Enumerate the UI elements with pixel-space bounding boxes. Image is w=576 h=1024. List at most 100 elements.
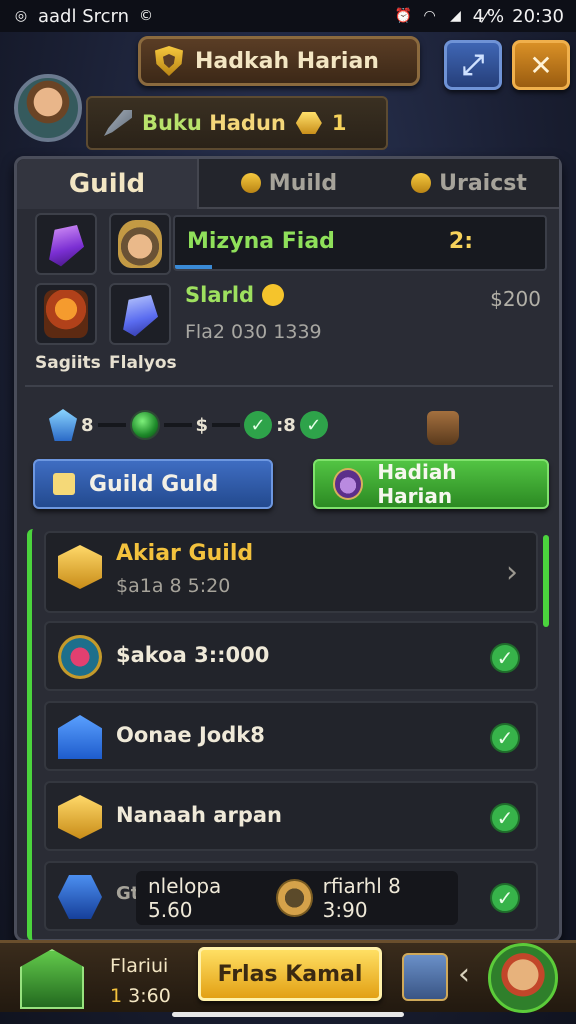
tab-muild-label: Muild: [268, 170, 338, 196]
clock: 20:30: [512, 5, 564, 27]
battery-text: 4⁄%: [472, 5, 505, 27]
bottom-info: Flariui 1 3:60: [110, 955, 171, 1007]
profile-name-part2: Hadun: [209, 111, 286, 135]
check-icon[interactable]: ✓: [490, 643, 520, 673]
tab-guild[interactable]: Guild: [17, 159, 199, 209]
reward-info: Slarld Fla2 030 1339: [185, 283, 322, 343]
progress-val-3: :8: [276, 414, 296, 436]
list-item-featured[interactable]: Akiar Guild $a1a 8 5:20 ›: [44, 531, 538, 613]
chest-icon: [58, 795, 102, 839]
bottom-sub-time: 3:60: [128, 985, 171, 1007]
mission-progress-fill: [175, 265, 212, 269]
bottom-sub: 1 3:60: [110, 985, 171, 1007]
check-icon[interactable]: ✓: [490, 883, 520, 913]
chest-icon: [58, 545, 102, 589]
status-left: ◎ aadl Srcrn ©: [12, 6, 155, 27]
title-banner: Hadkah Harian: [138, 36, 420, 86]
progress-val-2: $: [195, 414, 209, 436]
bottom-sub-num: 1: [110, 985, 123, 1007]
card-label-right: Flalyos: [109, 353, 177, 373]
gold-icon: [295, 112, 322, 134]
banner-left-text: nlelopa 5.60: [148, 874, 222, 922]
daily-reward-button-label: Hadiah Harian: [377, 460, 457, 508]
reward-list[interactable]: Akiar Guild $a1a 8 5:20 › $akoa 3::000 ✓…: [27, 529, 549, 941]
guild-button[interactable]: Guild Guld: [33, 459, 273, 509]
item-card-warrior[interactable]: [35, 283, 97, 345]
shield-icon: [155, 46, 183, 76]
notification-icon: ◎: [14, 8, 28, 24]
tab-uraicst[interactable]: Uraicst: [379, 159, 559, 209]
profile-name-part1: Buku: [142, 111, 202, 135]
profile-bar: Buku Hadun 1: [86, 96, 388, 150]
progress-row: 8 $ ✓ :8 ✓: [49, 409, 328, 441]
sword-icon: [104, 110, 132, 136]
profile-name: Buku Hadun: [142, 111, 286, 135]
hero-portrait-icon: [118, 220, 162, 268]
list-item[interactable]: Nanaah arpan ✓: [44, 781, 538, 851]
status-app-name: aadl Srcrn: [38, 5, 130, 27]
check-icon[interactable]: ✓: [490, 723, 520, 753]
divider: [25, 385, 553, 387]
character-avatar[interactable]: [488, 943, 558, 1013]
link-icon: ⤢: [461, 48, 485, 81]
item-card-purple-gem[interactable]: [35, 213, 97, 275]
green-orb-icon: [129, 410, 160, 440]
list-item[interactable]: $akoa 3::000 ✓: [44, 621, 538, 691]
tab-guild-label: Guild: [68, 169, 146, 199]
list-scrollbar[interactable]: [543, 535, 549, 627]
alarm-icon: ⏰: [394, 8, 413, 24]
item-card-blue-gem[interactable]: [109, 283, 171, 345]
home-icon[interactable]: [20, 949, 84, 1009]
check-icon: ✓: [244, 411, 273, 439]
check-icon[interactable]: ✓: [490, 803, 520, 833]
item-card-hero[interactable]: [109, 213, 171, 275]
warrior-portrait-icon: [44, 290, 88, 338]
main-action-button[interactable]: Frlas Kamal: [198, 947, 382, 1001]
status-right: ⏰ ◠ ◢ 4⁄% 20:30: [395, 6, 564, 27]
copyright-icon: ©: [139, 8, 154, 24]
banner-right-text: rfiarhl 8 3:90: [322, 874, 401, 922]
progress-separator: [163, 423, 192, 427]
purple-gem-icon: [40, 216, 91, 271]
tab-muild[interactable]: Muild: [199, 159, 379, 209]
chevron-left-icon[interactable]: ‹: [458, 957, 470, 992]
bottom-label: Flariui: [110, 955, 169, 977]
bag-icon[interactable]: [427, 411, 459, 445]
list-item-sub: $a1a 8 5:20: [116, 575, 231, 597]
guild-panel: Guild Muild Uraicst Mizyna Fiad 2: Slarl…: [14, 156, 562, 942]
chevron-right-icon[interactable]: ›: [506, 555, 518, 590]
list-item-title: $akoa 3::000: [116, 643, 270, 667]
close-icon: ✕: [529, 48, 553, 82]
gold-count: 1: [331, 111, 347, 135]
house-icon: [58, 715, 102, 759]
status-bar: ◎ aadl Srcrn © ⏰ ◠ ◢ 4⁄% 20:30: [0, 0, 576, 32]
list-item-title: Akiar Guild: [116, 541, 254, 566]
close-button[interactable]: ✕: [512, 40, 570, 90]
progress-separator: [212, 423, 241, 427]
reward-title: Slarld: [185, 283, 255, 307]
list-item[interactable]: Gt nlelopa 5.60 rfiarhl 8 3:90 ✓: [44, 861, 538, 931]
list-item-banner: nlelopa 5.60 rfiarhl 8 3:90: [136, 871, 458, 925]
blue-gem-icon: [49, 409, 77, 441]
potion-icon: [333, 468, 364, 500]
treasure-chest-icon[interactable]: [402, 953, 448, 1001]
scroll-icon: [53, 473, 75, 495]
signal-icon: ◢: [450, 8, 461, 24]
progress-separator: [97, 423, 126, 427]
daily-reward-button[interactable]: Hadiah Harian: [313, 459, 549, 509]
avatar[interactable]: [14, 74, 82, 142]
tab-bar: Guild Muild Uraicst: [17, 159, 559, 209]
bottom-bar: Flariui 1 3:60 Frlas Kamal ‹: [0, 940, 576, 1013]
home-indicator[interactable]: [172, 1012, 404, 1017]
list-item[interactable]: Oonae Jodk8 ✓: [44, 701, 538, 771]
reward-price: $200: [490, 287, 541, 311]
card-label-left: Sagiits: [35, 353, 101, 373]
tab-uraicst-icon: [411, 173, 432, 193]
list-item-title: Nanaah arpan: [116, 803, 282, 827]
smile-icon: [262, 284, 285, 306]
page-title: Hadkah Harian: [195, 48, 379, 74]
coin-icon: [276, 879, 313, 917]
progress-val-1: 8: [81, 414, 94, 436]
link-button[interactable]: ⤢: [444, 40, 502, 90]
list-item-title: Oonae Jodk8: [116, 723, 265, 747]
